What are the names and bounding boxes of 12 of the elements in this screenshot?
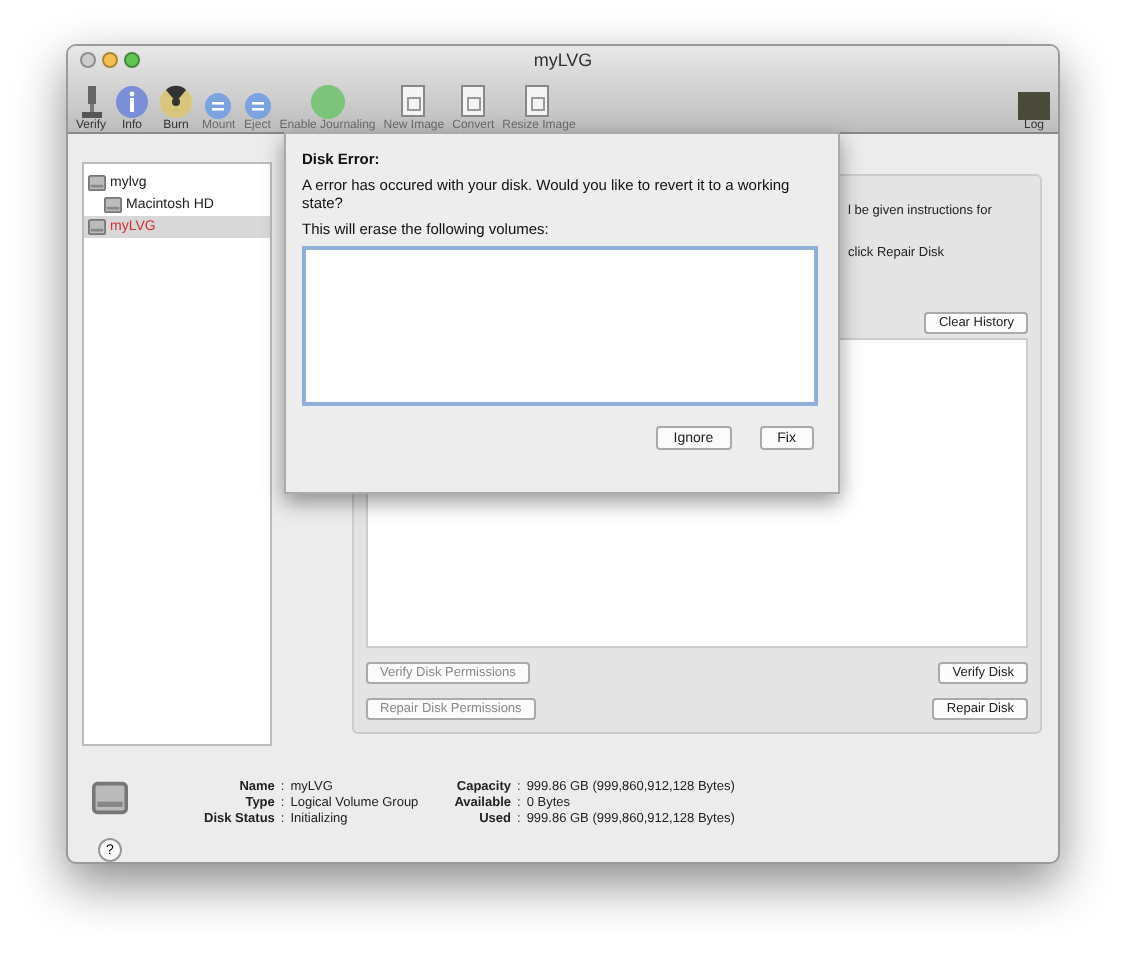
document-icon (524, 84, 553, 120)
zoom-button[interactable] (124, 52, 140, 68)
eject-icon (243, 92, 272, 120)
radiation-icon (158, 84, 195, 120)
close-button[interactable] (80, 52, 96, 68)
log-icon (1018, 92, 1050, 120)
window-title: myLVG (531, 50, 595, 70)
mount-icon (204, 92, 233, 120)
info-icon (114, 84, 151, 120)
minimize-button[interactable] (102, 52, 118, 68)
document-icon (459, 84, 488, 120)
document-icon (399, 84, 428, 120)
